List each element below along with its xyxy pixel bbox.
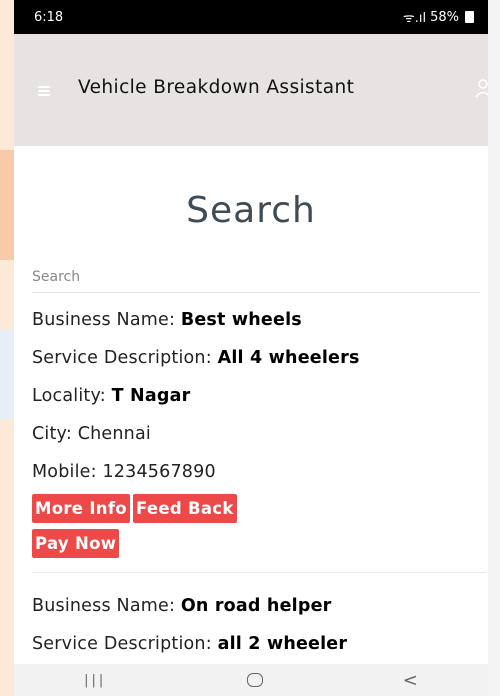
service-description-label: Service Description: bbox=[32, 634, 218, 654]
business-name-value: Best wheels bbox=[180, 310, 302, 330]
mobile-value: 1234567890 bbox=[102, 462, 216, 482]
app-title: Vehicle Breakdown Assistant bbox=[78, 77, 355, 98]
system-navigation-bar: ||| < bbox=[14, 664, 488, 696]
phone-screen: 6:18 ᯤ.ıl 58% Vehicle Breakdown Assistan… bbox=[14, 0, 488, 696]
service-description-value: All 4 wheelers bbox=[217, 348, 360, 368]
battery-icon bbox=[465, 11, 474, 23]
hamburger-icon[interactable] bbox=[38, 86, 50, 96]
search-input[interactable] bbox=[32, 262, 480, 293]
feedback-button[interactable]: Feed Back bbox=[132, 494, 237, 523]
action-buttons: More Info Feed Back bbox=[32, 494, 486, 523]
decorative-background bbox=[488, 0, 500, 696]
business-name-label: Business Name: bbox=[32, 310, 181, 330]
business-name-value: On road helper bbox=[180, 596, 332, 616]
page-title: Search bbox=[186, 190, 316, 231]
payment-buttons: Pay Now bbox=[32, 529, 486, 558]
signal-icon: ᯤ.ıl bbox=[402, 11, 427, 26]
mobile-row: Mobile: 1234567890 bbox=[32, 453, 486, 491]
list-item: Business Name: On road helper Service De… bbox=[32, 573, 486, 673]
decorative-background bbox=[0, 0, 14, 696]
service-description-value: all 2 wheeler bbox=[217, 634, 348, 654]
city-value: Chennai bbox=[77, 424, 151, 444]
status-bar: 6:18 ᯤ.ıl 58% bbox=[14, 0, 488, 34]
mobile-label: Mobile: bbox=[32, 462, 103, 482]
decorative-shape bbox=[0, 150, 14, 260]
list-item: Business Name: Best wheels Service Descr… bbox=[32, 293, 486, 573]
home-button[interactable] bbox=[246, 673, 263, 687]
recents-button[interactable]: ||| bbox=[84, 673, 106, 688]
service-description-row: Service Description: all 2 wheeler bbox=[32, 625, 486, 663]
more-info-button[interactable]: More Info bbox=[32, 494, 130, 523]
status-indicators: ᯤ.ıl 58% bbox=[403, 8, 474, 26]
pay-now-button[interactable]: Pay Now bbox=[32, 529, 120, 558]
business-name-label: Business Name: bbox=[32, 596, 181, 616]
decorative-shape bbox=[0, 330, 14, 420]
service-description-row: Service Description: All 4 wheelers bbox=[32, 339, 486, 377]
app-header: Vehicle Breakdown Assistant bbox=[14, 34, 488, 146]
locality-row: Locality: T Nagar bbox=[32, 377, 486, 415]
service-description-label: Service Description: bbox=[32, 348, 218, 368]
business-name-row: Business Name: On road helper bbox=[32, 587, 486, 625]
locality-label: Locality: bbox=[32, 386, 112, 406]
business-name-row: Business Name: Best wheels bbox=[32, 301, 486, 339]
city-row: City: Chennai bbox=[32, 415, 486, 453]
city-label: City: bbox=[32, 424, 78, 444]
user-icon[interactable] bbox=[472, 78, 488, 98]
status-time: 6:18 bbox=[34, 9, 64, 25]
back-button[interactable]: < bbox=[403, 670, 418, 691]
battery-percent: 58% bbox=[430, 9, 459, 25]
locality-value: T Nagar bbox=[111, 386, 191, 406]
results-list: Business Name: Best wheels Service Descr… bbox=[14, 293, 488, 673]
